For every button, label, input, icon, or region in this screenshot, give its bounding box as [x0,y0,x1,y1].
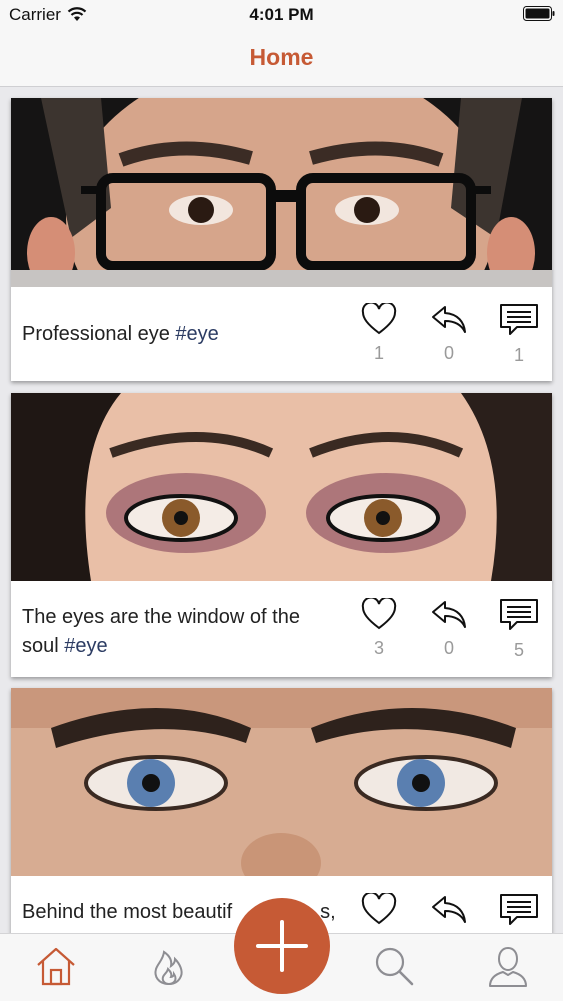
reply-arrow-icon [432,896,466,923]
page-title: Home [249,44,314,70]
share-button[interactable] [429,893,469,925]
share-count: 0 [443,638,454,658]
like-button[interactable] [359,893,399,925]
heart-icon [361,598,397,630]
caption-text: Behind the most beautif [22,901,233,923]
reply-arrow-icon [432,306,466,333]
comment-button[interactable] [499,893,539,927]
share-button[interactable]: 0 [429,598,469,659]
post-card[interactable]: The eyes are the window of the soul #eye… [11,393,552,677]
like-count: 1 [373,343,384,363]
post-caption: The eyes are the window of the soul #eye [22,603,342,661]
post-caption: Professional eye #eye [22,320,342,349]
flame-icon [154,950,183,986]
post-photo[interactable] [11,393,552,581]
reply-arrow-icon [432,601,466,628]
like-count: 3 [373,638,384,658]
add-icon [256,920,308,972]
comment-button[interactable]: 5 [499,598,539,661]
post-photo[interactable] [11,98,552,287]
comment-count: 5 [513,640,524,660]
hashtag-link[interactable]: #eye [175,323,218,345]
heart-icon [361,893,397,925]
add-post-button[interactable] [234,898,330,994]
post-feed[interactable]: Professional eye #eye 1 0 1 The eyes are… [0,87,563,933]
comment-icon [500,894,538,925]
comment-icon [500,599,538,630]
tab-profile[interactable] [486,944,530,988]
post-card[interactable]: Behind the most beautif s, [11,688,552,933]
tab-home[interactable] [34,944,78,988]
hashtag-link[interactable]: #eye [64,635,107,657]
search-icon [375,947,414,986]
post-photo[interactable] [11,688,552,876]
heart-icon [361,303,397,335]
home-icon [37,947,75,986]
post-card[interactable]: Professional eye #eye 1 0 1 [11,98,552,381]
comment-count: 1 [513,345,524,365]
status-time: 4:01 PM [249,5,314,24]
comment-icon [500,304,538,335]
caption-text: Professional eye [22,323,176,345]
profile-icon [489,946,527,987]
share-button[interactable]: 0 [429,303,469,364]
tab-search[interactable] [372,944,416,988]
navigation-bar: Home [0,30,563,87]
comment-button[interactable]: 1 [499,303,539,366]
like-button[interactable]: 3 [359,598,399,659]
status-bar: Carrier 4:01 PM [0,0,563,30]
battery-icon [523,6,555,21]
share-count: 0 [443,343,454,363]
like-button[interactable]: 1 [359,303,399,364]
tab-trending[interactable] [147,944,191,988]
